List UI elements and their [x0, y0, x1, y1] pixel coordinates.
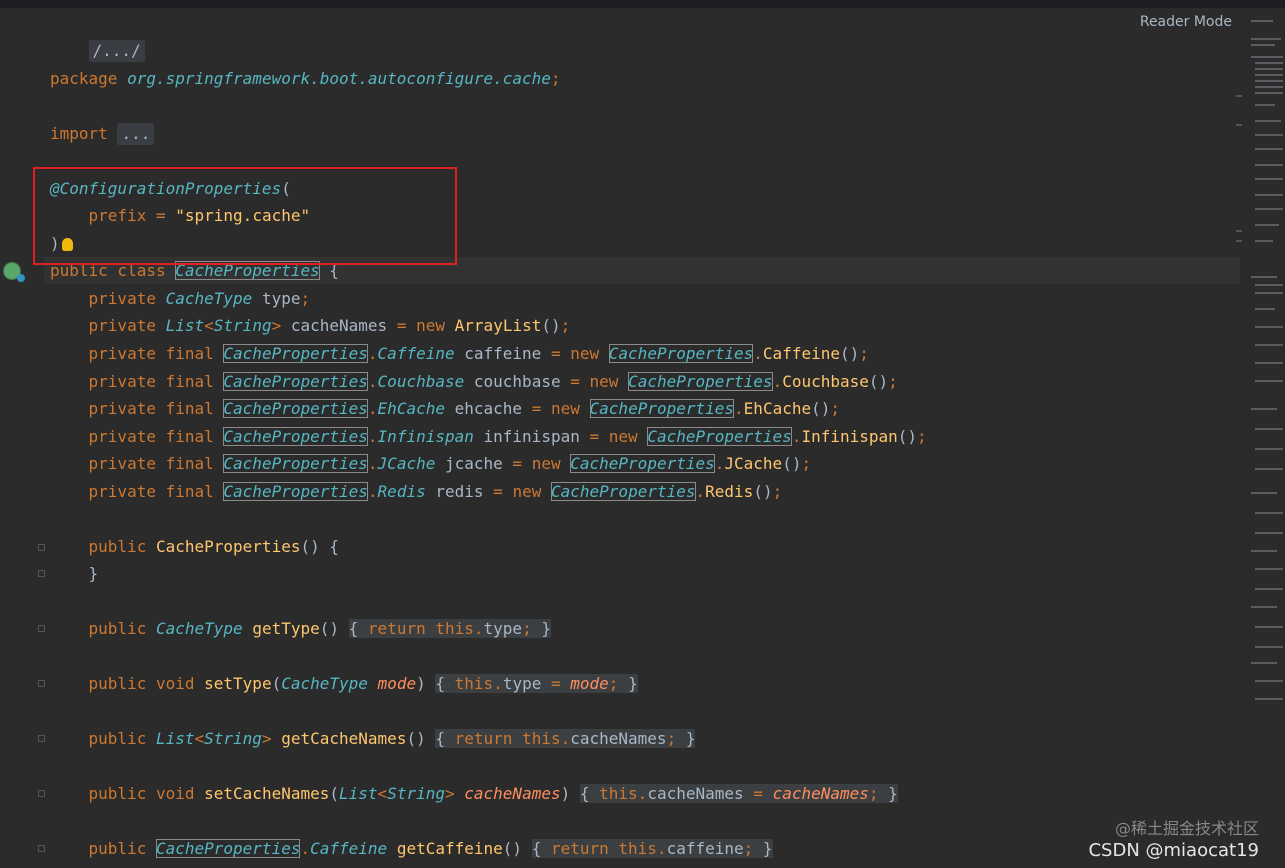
- code-line: public CacheProperties.Caffeine getCaffe…: [88, 839, 773, 858]
- run-gutter-icon[interactable]: [3, 262, 25, 282]
- field-name: caffeine: [464, 344, 542, 363]
- annotation-highlight-box: [33, 167, 457, 265]
- scroll-marker: [1236, 230, 1242, 232]
- code-line: public CacheType getType() { return this…: [88, 619, 551, 638]
- type-name: List: [165, 316, 205, 335]
- constructor-call: Infinispan: [801, 427, 898, 446]
- outer-class-ref[interactable]: CacheProperties: [223, 372, 368, 391]
- type-name: Couchbase: [377, 372, 465, 391]
- constructor-name: CacheProperties: [155, 537, 301, 556]
- constructor-call: Redis: [705, 482, 754, 501]
- code-line: private final CacheProperties.Infinispan…: [88, 427, 927, 446]
- code-editor[interactable]: /.../ package org.springframework.boot.a…: [44, 8, 1240, 868]
- folded-header[interactable]: /.../: [88, 40, 145, 62]
- reader-mode-button[interactable]: Reader Mode: [1140, 14, 1232, 30]
- keyword: package: [50, 69, 118, 88]
- code-line: private final CacheProperties.Couchbase …: [88, 372, 898, 391]
- field-name: jcache: [444, 454, 503, 473]
- type-name: Redis: [377, 482, 426, 501]
- type-name: Infinispan: [377, 427, 474, 446]
- method-name: getCacheNames: [281, 729, 407, 748]
- constructor-call: JCache: [724, 454, 783, 473]
- scroll-marker: [1236, 240, 1242, 242]
- top-bar: [0, 0, 1285, 8]
- package-name: org.springframework.boot.autoconfigure.c…: [127, 69, 551, 88]
- modifier: private: [88, 289, 156, 308]
- scroll-marker: [1236, 124, 1242, 126]
- watermark-line-2: CSDN @miaocat19: [1088, 840, 1259, 861]
- outer-class-ref[interactable]: CacheProperties: [589, 399, 735, 418]
- field-name: infinispan: [483, 427, 580, 446]
- field-name: cacheNames: [290, 316, 388, 335]
- field-name: type: [261, 289, 301, 308]
- code-line: private final CacheProperties.EhCache eh…: [88, 399, 841, 418]
- outer-class-ref[interactable]: CacheProperties: [223, 454, 368, 473]
- method-name: getCaffeine: [396, 839, 503, 858]
- keyword: import: [50, 124, 108, 143]
- outer-class-ref[interactable]: CacheProperties: [223, 399, 368, 418]
- outer-class-ref[interactable]: CacheProperties: [628, 372, 773, 391]
- code-line: private CacheType type;: [88, 289, 311, 308]
- type-name: Caffeine: [377, 344, 455, 363]
- modifier: private final: [88, 427, 214, 446]
- field-name: redis: [435, 482, 484, 501]
- outer-class-ref[interactable]: CacheProperties: [223, 427, 368, 446]
- type-name: EhCache: [377, 399, 445, 418]
- type-name: CacheType: [165, 289, 253, 308]
- watermark-line-1: @稀土掘金技术社区: [1114, 819, 1259, 838]
- code-line: /.../: [50, 10, 145, 62]
- outer-class-ref[interactable]: CacheProperties: [647, 427, 792, 446]
- code-line: public CacheProperties() {: [88, 537, 339, 556]
- field-name: ehcache: [454, 399, 523, 418]
- code-line: import ...: [50, 120, 155, 147]
- code-line: }: [88, 564, 99, 583]
- code-line: private List<String> cacheNames = new Ar…: [88, 316, 571, 335]
- method-name: setCacheNames: [204, 784, 330, 803]
- watermark: @稀土掘金技术社区 CSDN @miaocat19: [1088, 818, 1259, 862]
- code-line: package org.springframework.boot.autocon…: [50, 69, 561, 88]
- code-line: public void setType(CacheType mode) { th…: [88, 674, 638, 693]
- modifier: private final: [88, 344, 214, 363]
- code-line: public List<String> getCacheNames() { re…: [88, 729, 696, 748]
- constructor-call: EhCache: [743, 399, 812, 418]
- modifier: private final: [88, 454, 214, 473]
- outer-class-ref[interactable]: CacheProperties: [223, 344, 368, 363]
- constructor-call: Couchbase: [782, 372, 869, 391]
- code-line: private final CacheProperties.Caffeine c…: [88, 344, 869, 363]
- outer-class-ref[interactable]: CacheProperties: [223, 482, 368, 501]
- modifier: private: [88, 316, 156, 335]
- code-line: public void setCacheNames(List<String> c…: [88, 784, 898, 803]
- constructor-call: Caffeine: [762, 344, 840, 363]
- field-name: couchbase: [473, 372, 561, 391]
- modifier: private final: [88, 482, 214, 501]
- type-name: JCache: [377, 454, 436, 473]
- method-name: getType: [252, 619, 320, 638]
- code-line: private final CacheProperties.Redis redi…: [88, 482, 783, 501]
- method-name: setType: [204, 674, 272, 693]
- minimap[interactable]: [1249, 8, 1285, 708]
- modifier: private final: [88, 372, 214, 391]
- outer-class-ref[interactable]: CacheProperties: [155, 839, 301, 858]
- outer-class-ref[interactable]: CacheProperties: [551, 482, 696, 501]
- folded-imports[interactable]: ...: [117, 123, 155, 145]
- modifier: private final: [88, 399, 214, 418]
- code-line: private final CacheProperties.JCache jca…: [88, 454, 812, 473]
- scroll-marker: [1236, 95, 1242, 97]
- outer-class-ref[interactable]: CacheProperties: [570, 454, 715, 473]
- outer-class-ref[interactable]: CacheProperties: [608, 344, 754, 363]
